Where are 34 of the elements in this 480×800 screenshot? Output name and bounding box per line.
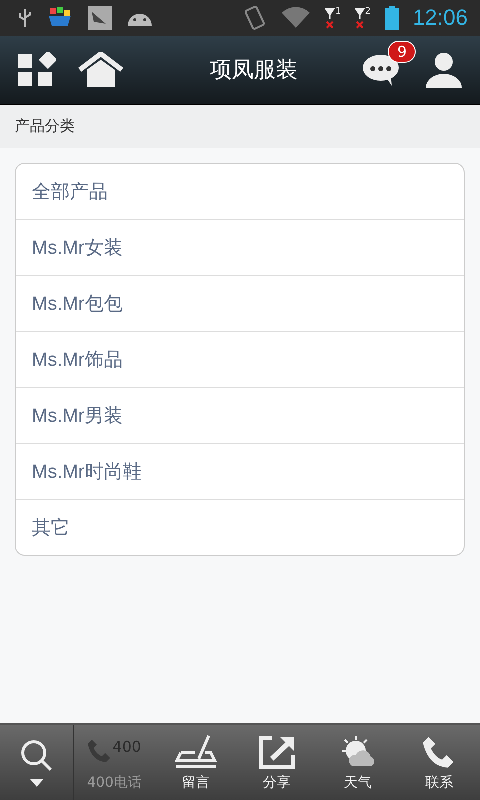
category-item[interactable]: 其它 <box>16 499 464 555</box>
category-item[interactable]: Ms.Mr男装 <box>16 387 464 443</box>
clock: 12:06 <box>412 5 468 31</box>
pen-tablet-icon <box>174 735 217 769</box>
category-item[interactable]: 全部产品 <box>16 164 464 219</box>
dropdown-arrow-icon <box>30 778 44 786</box>
vibrate-icon <box>243 5 268 31</box>
toolbar-button[interactable]: 留言 <box>155 725 236 800</box>
sim-number: 2 <box>365 7 371 17</box>
phone-icon <box>422 735 456 769</box>
phone-icon <box>88 740 112 764</box>
category-item[interactable]: Ms.Mr包包 <box>16 275 464 331</box>
toolbar-button[interactable]: 联系 <box>398 725 480 800</box>
battery-icon <box>384 6 399 30</box>
search-icon <box>20 738 54 772</box>
section-title: 产品分类 <box>15 117 75 136</box>
signal-off-icon <box>355 7 366 29</box>
home-icon[interactable] <box>78 52 124 88</box>
image-icon <box>88 6 112 30</box>
chat-icon[interactable] <box>362 53 400 87</box>
sim-number: 1 <box>335 7 342 17</box>
user-icon[interactable] <box>426 52 462 88</box>
usb-icon <box>18 8 32 28</box>
category-item[interactable]: Ms.Mr饰品 <box>16 331 464 387</box>
category-item[interactable]: Ms.Mr时尚鞋 <box>16 443 464 499</box>
notification-badge: 9 <box>388 41 416 63</box>
wifi-icon <box>281 7 312 29</box>
signal-off-icon <box>325 7 336 29</box>
apps-icon[interactable] <box>18 52 56 88</box>
app-title: 项凤服装 <box>209 57 299 85</box>
toolbar-button[interactable]: 分享 <box>236 725 318 800</box>
category-item[interactable]: Ms.Mr女装 <box>16 219 464 275</box>
toolbar-button[interactable]: 天气 <box>318 725 399 800</box>
share-icon <box>258 735 296 769</box>
